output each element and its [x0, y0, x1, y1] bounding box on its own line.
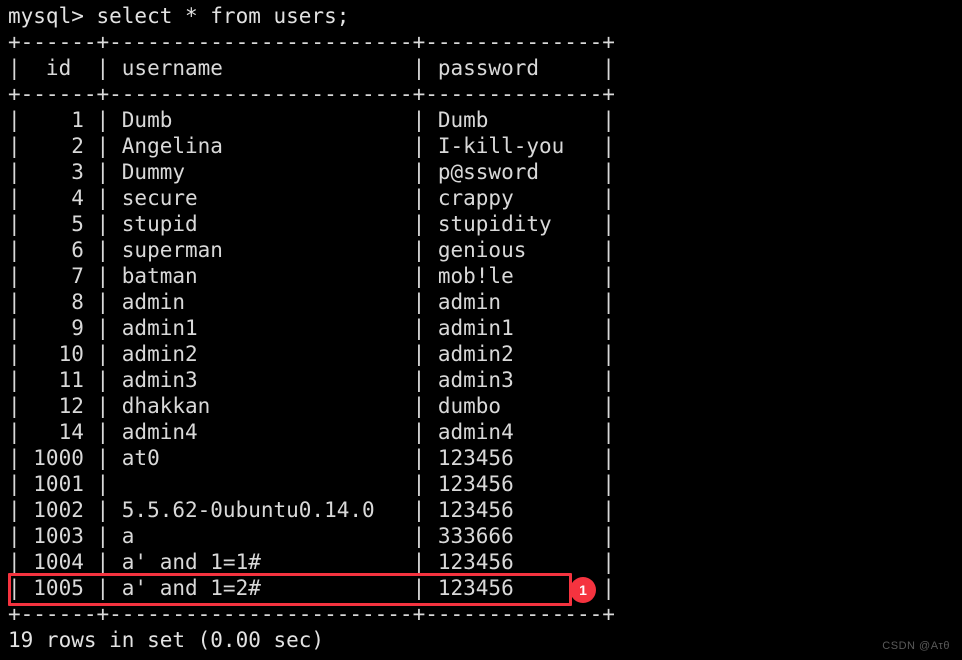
table-row: | 1 | Dumb | Dumb |: [8, 108, 615, 132]
table-separator-bottom: +------+------------------------+-------…: [8, 602, 615, 626]
table-row: | 9 | admin1 | admin1 |: [8, 316, 615, 340]
result-status-line: 19 rows in set (0.00 sec): [8, 628, 325, 652]
table-row: | 5 | stupid | stupidity |: [8, 212, 615, 236]
table-row: | 4 | secure | crappy |: [8, 186, 615, 210]
table-row: | 1005 | a' and 1=2# | 123456 |: [8, 576, 615, 600]
table-row: | 14 | admin4 | admin4 |: [8, 420, 615, 444]
table-row: | 12 | dhakkan | dumbo |: [8, 394, 615, 418]
table-row: | 1003 | a | 333666 |: [8, 524, 615, 548]
table-row: | 11 | admin3 | admin3 |: [8, 368, 615, 392]
terminal-window: mysql> select * from users; +------+----…: [0, 0, 962, 660]
table-row: | 1004 | a' and 1=1# | 123456 |: [8, 550, 615, 574]
table-row: | 10 | admin2 | admin2 |: [8, 342, 615, 366]
table-row: | 2 | Angelina | I-kill-you |: [8, 134, 615, 158]
mysql-prompt-line: mysql> select * from users;: [8, 4, 350, 28]
table-row: | 6 | superman | genious |: [8, 238, 615, 262]
table-row: | 1001 | | 123456 |: [8, 472, 615, 496]
table-row: | 1000 | at0 | 123456 |: [8, 446, 615, 470]
table-row: | 3 | Dummy | p@ssword |: [8, 160, 615, 184]
table-separator-top: +------+------------------------+-------…: [8, 30, 615, 54]
table-row: | 1002 | 5.5.62-0ubuntu0.14.0 | 123456 |: [8, 498, 615, 522]
table-separator-header: +------+------------------------+-------…: [8, 82, 615, 106]
table-body: | 1 | Dumb | Dumb | | 2 | Angelina | I-ki…: [0, 107, 962, 601]
table-row: | 8 | admin | admin |: [8, 290, 615, 314]
csdn-watermark: CSDN @Aτθ: [882, 640, 950, 652]
table-header-row: | id | username | password |: [8, 56, 615, 80]
annotation-badge-1: 1: [570, 577, 596, 603]
table-row: | 7 | batman | mob!le |: [8, 264, 615, 288]
terminal-output: mysql> select * from users; +------+----…: [0, 3, 962, 653]
